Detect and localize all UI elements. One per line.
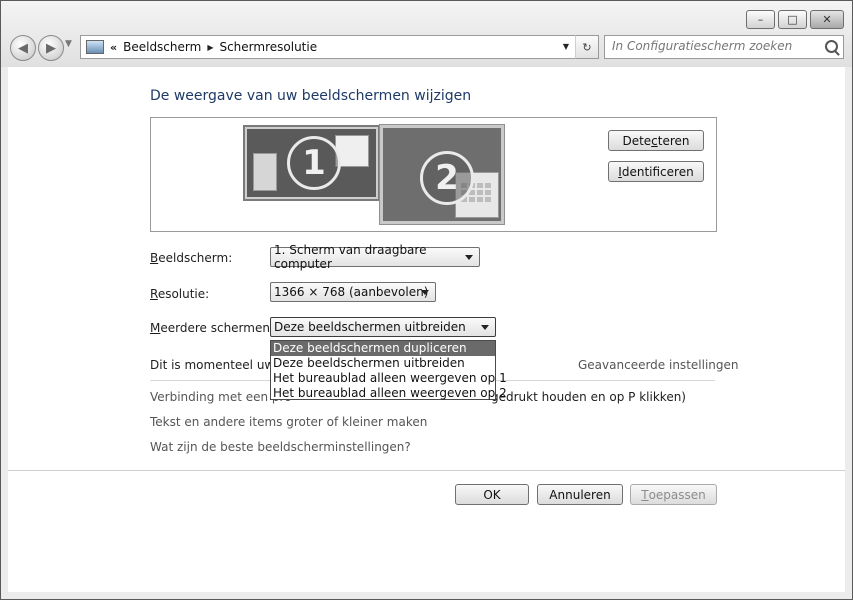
window-controls: – □ ✕: [746, 10, 844, 29]
back-arrow-icon: ◀: [18, 40, 28, 56]
monitor-2-screen: 2: [383, 128, 501, 221]
address-dropdown-icon[interactable]: ▼: [563, 42, 569, 51]
projector-shortcut-text: gedrukt houden en op P klikken): [491, 390, 686, 404]
advanced-settings-link[interactable]: Geavanceerde instellingen: [578, 358, 739, 372]
display-label: Beeldscherm:: [150, 251, 233, 265]
multiple-displays-select[interactable]: Deze beeldschermen uitbreiden: [270, 317, 496, 337]
forward-arrow-icon: ▶: [46, 40, 56, 56]
refresh-icon: ↻: [582, 40, 592, 54]
footer-divider: [8, 470, 845, 471]
best-settings-link[interactable]: Wat zijn de beste beeldscherminstellinge…: [150, 440, 411, 454]
apply-button[interactable]: Toepassen: [630, 484, 717, 505]
close-button[interactable]: ✕: [810, 10, 844, 29]
monitor-1-screen: 1: [247, 129, 376, 197]
monitor-1[interactable]: 1: [243, 125, 380, 201]
recent-pages-button[interactable]: ▼: [65, 39, 72, 49]
forward-button[interactable]: ▶: [38, 35, 64, 61]
breadcrumb-overflow[interactable]: «: [110, 41, 117, 54]
resolution-select-value: 1366 × 768 (aanbevolen): [274, 285, 429, 299]
address-bar[interactable]: « Beeldscherm ▶ Schermresolutie ▼: [80, 35, 596, 59]
monitor-1-number: 1: [287, 136, 341, 190]
monitor-preview: 1 2 Dete c teren Identificeren: [150, 117, 717, 232]
option-extend[interactable]: Deze beeldschermen uitbreiden: [271, 356, 495, 371]
close-icon: ✕: [822, 13, 832, 26]
footer-area: [8, 470, 845, 592]
monitor-2[interactable]: 2: [379, 124, 505, 225]
option-only-1[interactable]: Het bureaublad alleen weergeven op 1: [271, 371, 507, 386]
back-button[interactable]: ◀: [10, 35, 36, 61]
chevron-down-icon: [465, 255, 473, 260]
mini-window-icon: [253, 153, 277, 191]
option-duplicate[interactable]: Deze beeldschermen dupliceren: [271, 341, 495, 356]
minimize-icon: –: [757, 13, 764, 26]
page-title: De weergave van uw beeldschermen wijzige…: [150, 88, 472, 104]
text-size-link[interactable]: Tekst en andere items groter of kleiner …: [150, 415, 427, 429]
multiple-displays-select-value: Deze beeldschermen uitbreiden: [274, 320, 466, 334]
chevron-down-icon: [481, 325, 489, 330]
control-panel-icon: [86, 40, 104, 54]
monitor-2-number: 2: [420, 151, 474, 205]
breadcrumb-separator-icon[interactable]: ▶: [207, 43, 213, 52]
resolution-select[interactable]: 1366 × 768 (aanbevolen): [270, 282, 436, 302]
multiple-displays-options: Deze beeldschermen dupliceren Deze beeld…: [270, 340, 507, 401]
ok-button[interactable]: OK: [455, 484, 529, 505]
breadcrumb-beeldscherm[interactable]: Beeldscherm: [123, 40, 201, 54]
refresh-button[interactable]: ↻: [575, 35, 599, 59]
resolution-label: Resolutie:: [150, 287, 210, 301]
maximize-button[interactable]: □: [778, 10, 807, 29]
identify-button[interactable]: Identificeren: [608, 161, 704, 182]
display-select-value: 1. Scherm van draagbare computer: [274, 243, 427, 271]
chevron-down-icon: [421, 290, 429, 295]
breadcrumb-schermresolutie[interactable]: Schermresolutie: [219, 40, 317, 54]
detect-button[interactable]: Dete c teren: [608, 130, 704, 151]
multiple-displays-label: Meerdere schermen:: [150, 321, 274, 335]
current-display-text: Dit is momenteel uw h: [150, 358, 286, 372]
display-select[interactable]: 1. Scherm van draagbare computer: [270, 243, 480, 271]
maximize-icon: □: [787, 13, 798, 26]
cancel-button[interactable]: Annuleren: [537, 484, 623, 505]
search-input[interactable]: [605, 36, 812, 56]
option-only-2[interactable]: Het bureaublad alleen weergeven op 2: [271, 386, 507, 401]
minimize-button[interactable]: –: [746, 10, 775, 29]
search-box: [604, 35, 844, 59]
search-icon[interactable]: [825, 40, 838, 53]
title-bar: – □ ✕ ◀ ▶ ▼ « Beeldscherm ▶ Schermresolu…: [1, 1, 852, 67]
screen-resolution-window: – □ ✕ ◀ ▶ ▼ « Beeldscherm ▶ Schermresolu…: [0, 0, 853, 600]
